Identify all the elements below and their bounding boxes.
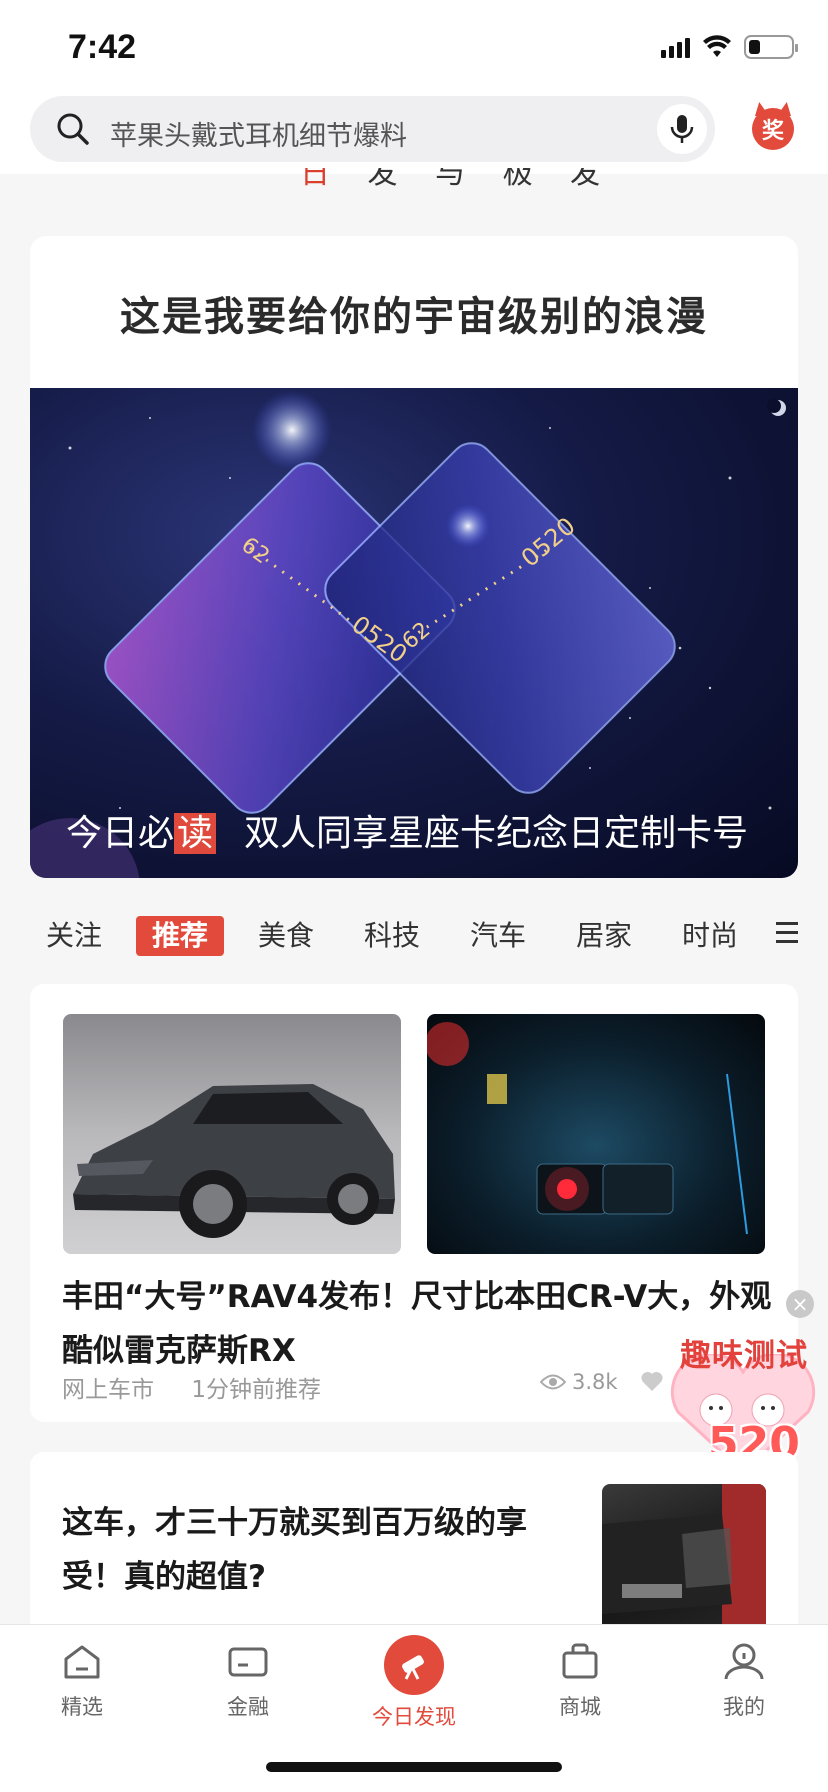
nav-finance[interactable]: 金融 (188, 1639, 308, 1721)
search-bar-row: 苹果头戴式耳机细节爆料 奖 (0, 92, 828, 174)
tab-auto[interactable]: 汽车 (470, 916, 526, 956)
status-bar: 7:42 (0, 0, 828, 92)
hero-image[interactable]: 62 0520 62 0520 今日必读 双人同享星座卡纪念日定制卡号 (30, 388, 798, 878)
hero-caption-tag: 读 (174, 813, 217, 854)
nav-discover-label: 今日发现 (372, 1705, 456, 1729)
telescope-icon (384, 1635, 444, 1695)
status-icons (661, 34, 798, 60)
cellular-signal-icon (661, 36, 690, 58)
nav-featured-label: 精选 (61, 1695, 103, 1719)
article-card-luxury[interactable]: 这车，才三十万就买到百万级的享受！真的超值? (30, 1452, 798, 1652)
home-icon (64, 1645, 100, 1679)
hero-title: 这是我要给你的宇宙级别的浪漫 (120, 293, 708, 340)
quiz-title: 趣味测试 (680, 1338, 808, 1374)
nav-featured[interactable]: 精选 (22, 1639, 142, 1721)
view-count: 3.8k (540, 1370, 618, 1394)
nav-mine[interactable]: 我的 (684, 1639, 804, 1721)
article-source[interactable]: 网上车市 (62, 1377, 154, 1403)
hero-caption-text: 双人同享星座卡纪念日定制卡号 (244, 813, 749, 854)
tabs-menu-icon[interactable] (776, 922, 798, 946)
article-image-interior (427, 1014, 765, 1254)
hero-caption-prefix: 今日必 (66, 813, 175, 854)
home-indicator (266, 1762, 562, 1772)
article2-title[interactable]: 这车，才三十万就买到百万级的享受！真的超值? (62, 1496, 542, 1604)
banner-peek-mark: 日 (300, 168, 344, 191)
tab-home[interactable]: 居家 (576, 916, 632, 956)
banner-peek-text: 发 与 极 发 (367, 168, 615, 191)
card-icon (228, 1647, 268, 1677)
hero-caption: 今日必读 双人同享星座卡纪念日定制卡号 (30, 804, 798, 856)
bag-icon (562, 1643, 598, 1679)
tab-tech[interactable]: 科技 (364, 916, 420, 956)
status-time: 7:42 (68, 28, 137, 66)
hero-card[interactable]: 这是我要给你的宇宙级别的浪漫 62 0520 62 0520 今日必读 双人同享… (30, 236, 798, 878)
profile-icon (724, 1643, 764, 1680)
reward-label: 奖 (761, 118, 784, 144)
tab-fashion[interactable]: 时尚 (682, 916, 738, 956)
banner-peek: 日 发 与 极 发 (300, 168, 614, 196)
article-time: 1分钟前推荐 (191, 1377, 321, 1403)
tab-recommend[interactable]: 推荐 (136, 916, 225, 956)
nav-finance-label: 金融 (227, 1695, 269, 1719)
voice-search-button[interactable] (657, 104, 707, 154)
nav-mall-label: 商城 (559, 1695, 601, 1719)
close-icon[interactable]: × (786, 1290, 814, 1318)
category-tabs: 关注 推荐 美食 科技 汽车 居家 时尚 (0, 910, 828, 966)
nav-discover[interactable]: 今日发现 (354, 1635, 474, 1731)
tab-follow[interactable]: 关注 (46, 916, 102, 956)
view-count-value: 3.8k (572, 1370, 618, 1394)
nav-mine-label: 我的 (723, 1695, 765, 1719)
reward-cat-icon[interactable]: 奖 (752, 108, 794, 150)
search-placeholder: 苹果头戴式耳机细节爆料 (110, 121, 407, 152)
search-input[interactable]: 苹果头戴式耳机细节爆料 (30, 96, 715, 162)
microphone-icon (670, 115, 694, 143)
article-meta: 网上车市 1分钟前推荐 (62, 1370, 351, 1404)
search-icon (57, 113, 89, 145)
nav-mall[interactable]: 商城 (520, 1639, 640, 1721)
tab-food[interactable]: 美食 (258, 916, 314, 956)
eye-icon (540, 1374, 566, 1390)
wifi-icon (703, 35, 731, 57)
battery-icon (744, 35, 798, 59)
heart-icon[interactable] (640, 1370, 664, 1392)
article-image-suv (63, 1014, 401, 1254)
